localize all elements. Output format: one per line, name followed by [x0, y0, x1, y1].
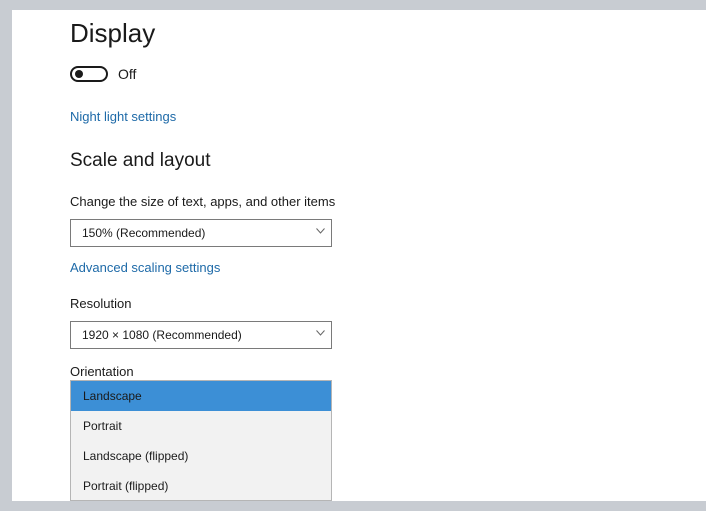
- scale-dropdown[interactable]: 150% (Recommended): [70, 219, 332, 247]
- chevron-down-icon: [316, 330, 325, 338]
- orientation-option-label: Landscape: [83, 389, 142, 403]
- orientation-label: Orientation: [70, 364, 134, 379]
- settings-panel: Display Off Night light settings Scale a…: [12, 10, 706, 501]
- orientation-option-label: Portrait (flipped): [83, 479, 169, 493]
- night-light-settings-link[interactable]: Night light settings: [70, 109, 176, 124]
- orientation-option[interactable]: Portrait: [71, 411, 331, 441]
- page-title: Display: [70, 18, 156, 48]
- scale-dropdown-value: 150% (Recommended): [82, 226, 206, 240]
- orientation-option[interactable]: Portrait (flipped): [71, 471, 331, 500]
- size-label: Change the size of text, apps, and other…: [70, 194, 336, 209]
- scale-layout-heading: Scale and layout: [70, 150, 211, 171]
- toggle-switch-icon: [75, 70, 83, 78]
- orientation-option-label: Landscape (flipped): [83, 449, 189, 463]
- advanced-scaling-link[interactable]: Advanced scaling settings: [70, 260, 220, 275]
- orientation-option[interactable]: Landscape: [71, 381, 331, 411]
- orientation-option-label: Portrait: [83, 419, 122, 433]
- night-light-toggle-row: Off: [70, 66, 136, 82]
- toggle-state-label: Off: [118, 66, 137, 82]
- chevron-down-icon: [316, 228, 325, 236]
- resolution-dropdown-value: 1920 × 1080 (Recommended): [82, 328, 242, 342]
- night-light-toggle[interactable]: [70, 66, 108, 82]
- resolution-dropdown[interactable]: 1920 × 1080 (Recommended): [70, 321, 332, 349]
- orientation-options-list: Landscape Portrait Landscape (flipped) P…: [70, 380, 332, 501]
- resolution-label: Resolution: [70, 296, 132, 311]
- orientation-option[interactable]: Landscape (flipped): [71, 441, 331, 471]
